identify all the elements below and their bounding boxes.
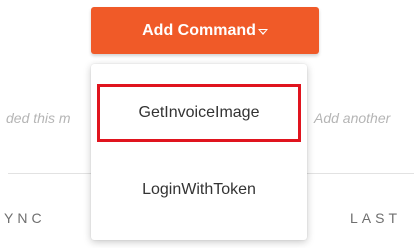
add-another-hint-text: Add another	[314, 110, 391, 126]
add-command-label: Add Command	[142, 21, 256, 39]
empty-state-hint-text: ded this m	[6, 110, 71, 126]
command-dropdown-menu: GetInvoiceImage LoginWithToken	[91, 64, 307, 240]
add-command-button[interactable]: Add Command	[91, 7, 319, 54]
chevron-down-icon	[257, 28, 268, 35]
menu-item-login-with-token[interactable]: LoginWithToken	[97, 161, 301, 219]
menu-item-label: LoginWithToken	[142, 181, 256, 198]
menu-item-get-invoice-image[interactable]: GetInvoiceImage	[97, 84, 301, 142]
column-header-sync: YNC	[4, 210, 46, 226]
column-header-last: LAST	[350, 210, 402, 226]
menu-item-label: GetInvoiceImage	[138, 104, 260, 121]
